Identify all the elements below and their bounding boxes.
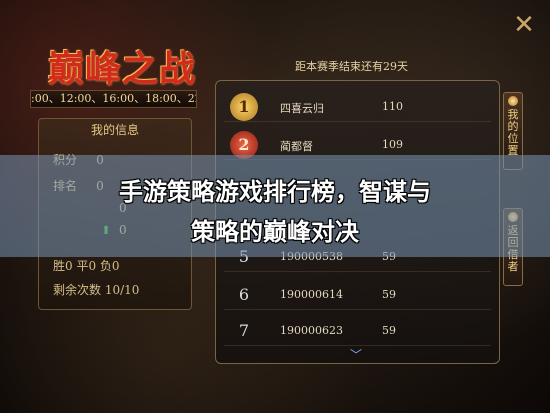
close-icon[interactable]: ✕: [511, 12, 537, 38]
player-score: 59: [382, 288, 396, 301]
my-info-title: 我的信息: [90, 123, 139, 137]
player-name: 四喜云归: [280, 102, 324, 115]
rank-badge: 1: [230, 93, 258, 121]
player-name: 190000623: [280, 324, 343, 337]
player-name: 190000614: [280, 288, 343, 301]
remaining-attempts: 剩余次数 10/10: [53, 283, 140, 297]
player-score: 109: [382, 138, 403, 151]
player-score: 59: [382, 324, 396, 337]
player-score: 110: [382, 100, 403, 113]
game-logo: 巅峰之战: [48, 48, 197, 90]
rank-badge: 6: [238, 285, 250, 304]
ranking-row[interactable]: 1 四喜云归 110: [224, 93, 491, 122]
rank-badge: 7: [238, 321, 250, 340]
player-name: 蔺都督: [280, 140, 313, 153]
ranking-row[interactable]: 6 190000614 59: [224, 281, 491, 310]
chevron-down-icon[interactable]: ﹀: [350, 346, 362, 363]
season-countdown: 距本赛季结束还有29天: [295, 60, 408, 73]
badge-icon: [508, 96, 518, 106]
headline-line2: 策略的巅峰对决: [191, 218, 359, 246]
headline-line1: 手游策略游戏排行榜，智谋与: [119, 178, 431, 206]
battle-record: 胜0 平0 负0: [53, 259, 120, 273]
ranking-row[interactable]: 7 190000623 59: [224, 317, 491, 346]
schedule-times: :00、12:00、16:00、18:00、22:0: [30, 90, 197, 108]
